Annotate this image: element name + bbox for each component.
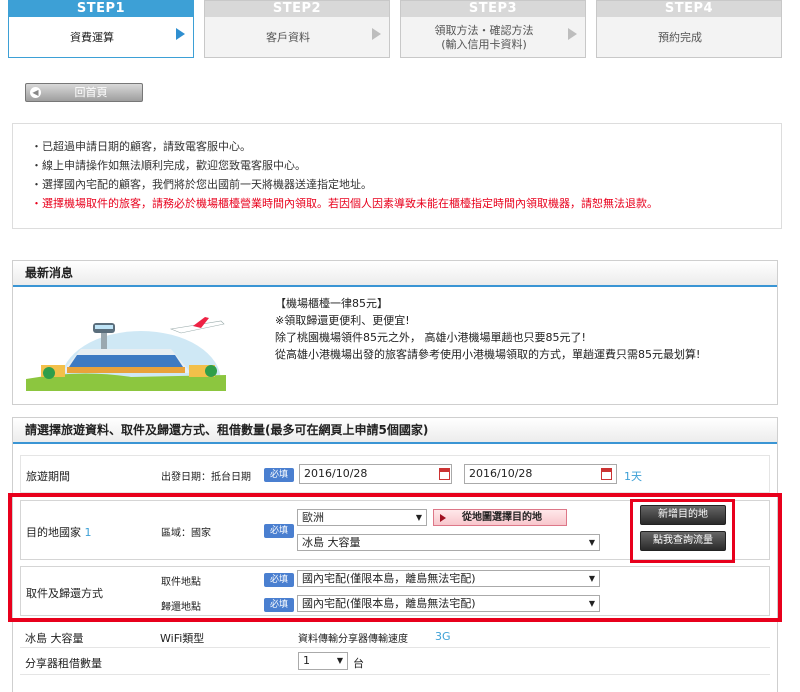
- airport-illustration: [26, 317, 226, 391]
- pickup-location-label: 取件地點: [161, 577, 201, 588]
- required-badge: 必填: [264, 598, 294, 612]
- required-badge: 必填: [264, 524, 294, 538]
- notice-item: ・線上申請操作如無法順利完成，歡迎您致電客服中心。: [31, 159, 306, 172]
- add-destination-button[interactable]: 新增目的地: [640, 505, 726, 525]
- return-location-value: 國內宅配(僅限本島，離島無法宅配): [302, 597, 476, 610]
- arrow-right-icon: [176, 28, 185, 40]
- destination-label-text: 目的地國家: [26, 526, 81, 539]
- wifi-type-label: WiFi類型: [160, 632, 205, 645]
- pickup-location-select[interactable]: 國內宅配(僅限本島，離島無法宅配) ▼: [297, 570, 600, 587]
- chevron-down-icon: ▼: [336, 656, 343, 665]
- notice-item-warning: ・選擇機場取件的旅客，請務必於機場櫃檯營業時間內領取。若因個人因素導致未能在櫃檯…: [31, 197, 658, 210]
- device-country: 冰島 大容量: [25, 632, 84, 645]
- home-button[interactable]: ◀ 回首頁: [25, 83, 143, 102]
- region-value: 歐洲: [302, 511, 324, 524]
- map-select-button[interactable]: 從地圖選擇目的地: [433, 509, 567, 526]
- step-3: STEP3 領取方法・確認方法 (輸入信用卡資料): [400, 0, 586, 58]
- step-number: STEP2: [205, 1, 389, 17]
- news-panel: 最新消息 【機場櫃檯一律85元】 ※領取歸還更便利、更便宜! 除了桃園機場領件8…: [12, 260, 778, 405]
- map-select-label: 從地圖選擇目的地: [462, 512, 542, 523]
- chevron-down-icon: ▼: [588, 574, 595, 583]
- calendar-icon[interactable]: [439, 468, 450, 480]
- play-icon: [440, 514, 446, 522]
- step-label: 客戶資料: [266, 31, 310, 44]
- country-select[interactable]: 冰島 大容量 ▼: [297, 534, 600, 551]
- home-button-label: 回首頁: [74, 86, 108, 99]
- news-heading: 最新消息: [13, 261, 777, 287]
- country-value: 冰島 大容量: [302, 536, 361, 549]
- news-line: ※領取歸還更便利、更便宜!: [275, 314, 410, 327]
- destination-label: 目的地國家 1: [26, 524, 92, 540]
- device-type: 資料傳輸分享器: [298, 634, 368, 645]
- quantity-label: 分享器租借數量: [25, 657, 102, 670]
- required-badge: 必填: [264, 573, 294, 587]
- step-progress: STEP1 資費運算 STEP2 客戶資料 STEP3 領取方法・確認方法 (輸…: [0, 0, 800, 62]
- news-line: 除了桃園機場領件85元之外， 高雄小港機場單趟也只要85元了!: [275, 331, 586, 344]
- return-location-select[interactable]: 國內宅配(僅限本島，離島無法宅配) ▼: [297, 595, 600, 612]
- region-label: 區域：國家: [161, 528, 211, 539]
- return-location-label: 歸還地點: [161, 602, 201, 613]
- step-number: STEP1: [9, 1, 193, 17]
- device-row: 冰島 大容量 WiFi類型 資料傳輸分享器 傳輸速度 3G: [20, 626, 770, 648]
- pickup-return-label: 取件及歸還方式: [26, 587, 103, 600]
- arrow-right-icon: [568, 28, 577, 40]
- pickup-return-row: 取件及歸還方式 取件地點 必填 國內宅配(僅限本島，離島無法宅配) ▼ 歸還地點 …: [20, 566, 770, 616]
- quantity-value: 1: [303, 654, 310, 667]
- travel-period-row: 旅遊期間 出發日期：抵台日期 必填 2016/10/28 2016/10/28 …: [20, 455, 770, 493]
- step-2: STEP2 客戶資料: [204, 0, 390, 58]
- arrow-right-icon: [372, 28, 381, 40]
- start-date-input[interactable]: 2016/10/28: [299, 464, 452, 484]
- calendar-icon[interactable]: [601, 468, 612, 480]
- step-number: STEP4: [597, 1, 781, 17]
- required-badge: 必填: [264, 468, 294, 482]
- destination-index: 1: [84, 526, 92, 539]
- step-number: STEP3: [401, 1, 585, 17]
- news-line: 從高雄小港機場出發的旅客請參考使用小港機場領取的方式，單趟運費只需85元最划算!: [275, 348, 701, 361]
- notice-item: ・選擇國內宅配的顧客，我們將於您出國前一天將機器送達指定地址。: [31, 178, 372, 191]
- notice-box: ・已超過申請日期的顧客，請致電客服中心。 ・線上申請操作如無法順利完成，歡迎您致…: [12, 123, 782, 229]
- quantity-unit: 台: [353, 657, 364, 670]
- chevron-down-icon: ▼: [588, 538, 595, 547]
- notice-item: ・已超過申請日期的顧客，請致電客服中心。: [31, 140, 251, 153]
- news-content: 【機場櫃檯一律85元】 ※領取歸還更便利、更便宜! 除了桃園機場領件85元之外，…: [275, 295, 700, 363]
- step-label: 領取方法・確認方法 (輸入信用卡資料): [434, 24, 534, 51]
- trip-days: 1天: [624, 470, 642, 483]
- travel-period-label: 旅遊期間: [26, 470, 70, 483]
- form-heading: 請選擇旅遊資料、取件及歸還方式、租借數量(最多可在網頁上申請5個國家): [13, 418, 777, 444]
- pickup-location-value: 國內宅配(僅限本島，離島無法宅配): [302, 572, 476, 585]
- chevron-down-icon: ▼: [588, 599, 595, 608]
- step-label: 資費運算: [70, 31, 114, 44]
- date-label: 出發日期：抵台日期: [161, 472, 251, 483]
- speed-value: 3G: [435, 630, 451, 643]
- speed-label: 傳輸速度: [368, 634, 408, 645]
- step-label: 預約完成: [658, 31, 702, 44]
- check-traffic-button[interactable]: 點我查詢流量: [640, 531, 726, 551]
- quantity-select[interactable]: 1 ▼: [298, 652, 348, 670]
- end-date-input[interactable]: 2016/10/28: [464, 464, 617, 484]
- news-line: 【機場櫃檯一律85元】: [275, 297, 388, 310]
- step-4: STEP4 預約完成: [596, 0, 782, 58]
- chevron-down-icon: ▼: [415, 513, 422, 522]
- step-1: STEP1 資費運算: [8, 0, 194, 58]
- quantity-row: 分享器租借數量 1 ▼ 台: [20, 649, 770, 675]
- region-select[interactable]: 歐洲 ▼: [297, 509, 427, 526]
